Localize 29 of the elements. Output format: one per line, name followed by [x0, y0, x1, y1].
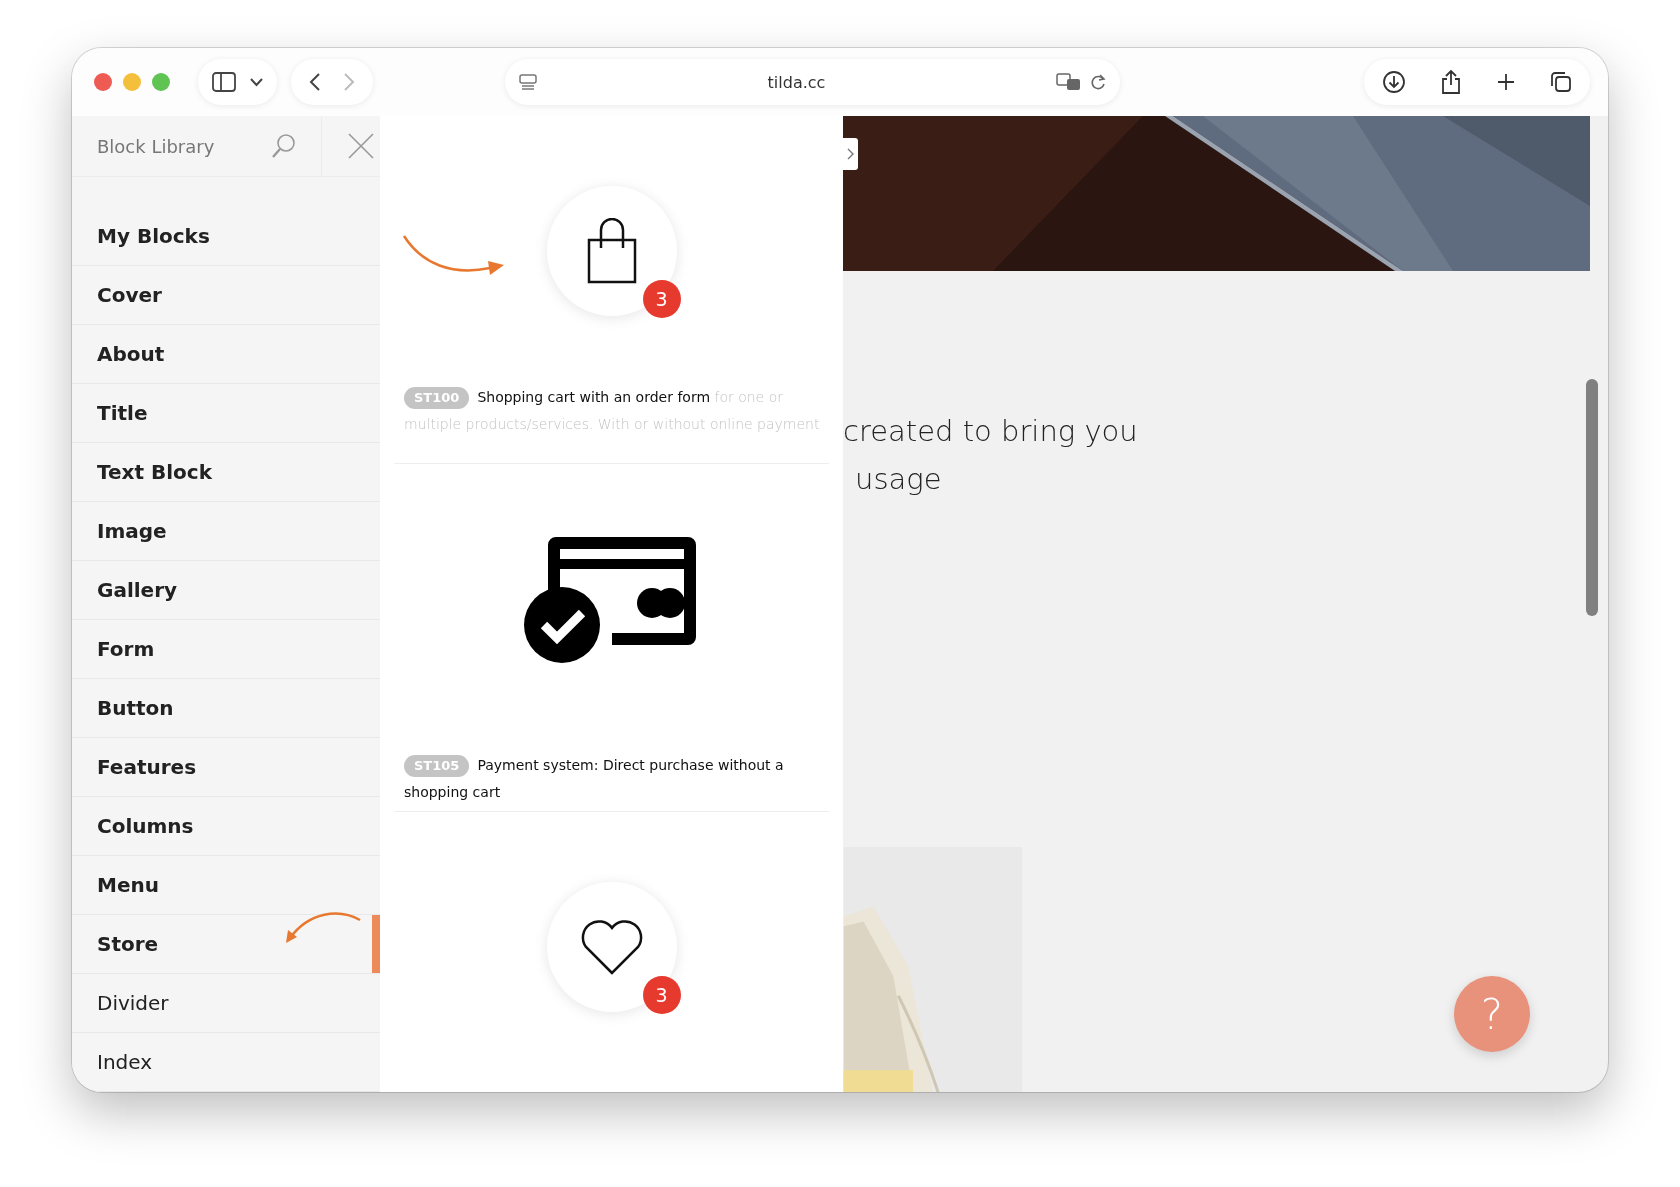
sidebar-toggle-button[interactable]: [198, 59, 277, 105]
tabs-icon: [1550, 71, 1572, 93]
reload-icon[interactable]: [1090, 73, 1106, 91]
address-bar[interactable]: tilda.cc: [505, 59, 1120, 105]
body-text: created to bring you: [843, 413, 1138, 450]
close-window-icon[interactable]: [94, 73, 112, 91]
download-icon: [1382, 70, 1406, 94]
count-badge: 3: [642, 280, 681, 318]
chevron-right-icon: [343, 72, 355, 92]
chevron-down-icon: [250, 77, 263, 87]
url-text: tilda.cc: [766, 72, 827, 92]
body-text: usage: [854, 461, 942, 498]
chevron-left-icon: [309, 72, 321, 92]
share-icon: [1440, 69, 1462, 95]
category-item[interactable]: Store: [72, 915, 380, 974]
block-card[interactable]: ST105 Payment system: Direct purchase without a shopping cart: [394, 464, 829, 812]
block-card[interactable]: 3: [394, 812, 829, 1092]
count-badge: 3: [642, 976, 681, 1014]
plus-icon: [1496, 72, 1516, 92]
search-icon: [271, 133, 297, 159]
expand-tab[interactable]: [843, 138, 858, 170]
close-icon: [348, 133, 374, 159]
sidebar-icon: [212, 72, 236, 92]
page-menu-icon: [519, 74, 537, 90]
chevron-right-icon: [847, 148, 854, 160]
shopping-bag-icon: [586, 218, 637, 284]
translate-icon[interactable]: [1056, 73, 1082, 91]
block-description: ST105 Payment system: Direct purchase without a shopping cart: [404, 754, 785, 802]
sidebar-title: Block Library: [96, 135, 216, 157]
